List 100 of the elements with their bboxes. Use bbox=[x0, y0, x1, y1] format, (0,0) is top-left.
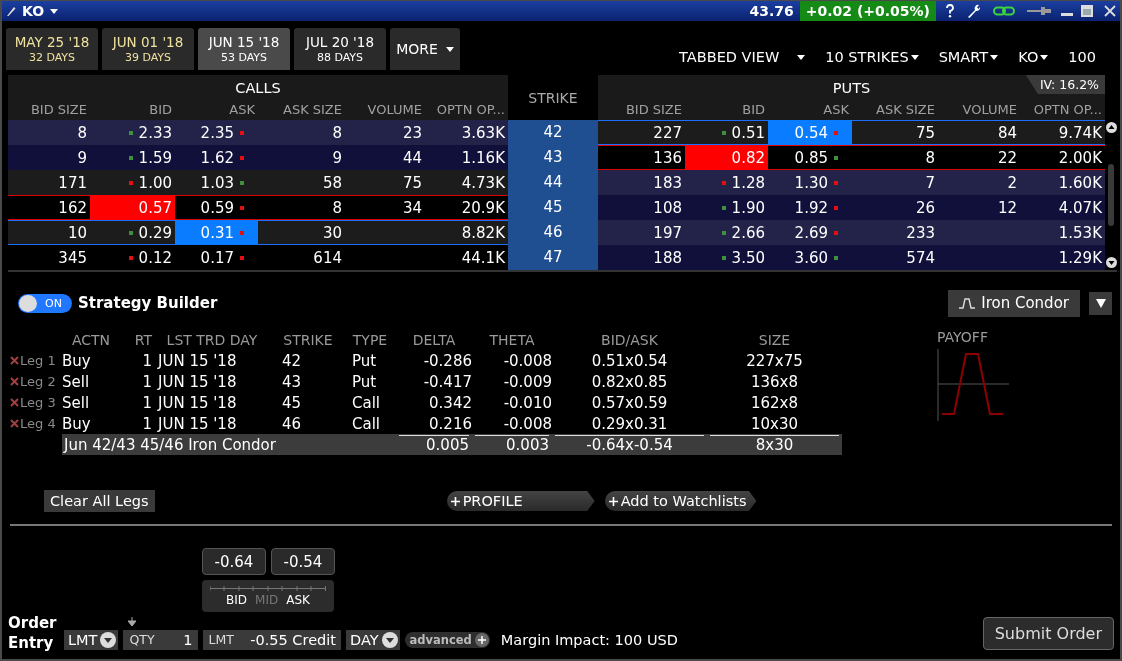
strike-cell: 46 bbox=[508, 220, 598, 245]
slider-label[interactable]: BID bbox=[226, 592, 248, 607]
quote-cell[interactable]: 0.51 bbox=[685, 120, 768, 145]
dropdown-button[interactable] bbox=[1089, 291, 1112, 315]
quote-value: 1.59 bbox=[138, 148, 172, 167]
time-in-force-dropdown[interactable]: DAY bbox=[345, 629, 400, 650]
close-icon[interactable] bbox=[1103, 4, 1117, 18]
help-icon[interactable] bbox=[945, 4, 955, 18]
column-header: STRIKE bbox=[528, 89, 578, 106]
price-chip[interactable]: -0.64 bbox=[202, 548, 266, 575]
advanced-button[interactable]: advanced bbox=[404, 631, 490, 648]
table-cell-text: 1 bbox=[141, 393, 152, 412]
table-cell-text: 0.57x0.59 bbox=[590, 393, 669, 412]
clear-legs-button[interactable]: Clear All Legs bbox=[44, 490, 155, 512]
slider-label[interactable]: ASK bbox=[286, 592, 310, 607]
quote-cell[interactable]: 0.29 bbox=[90, 220, 175, 245]
expiry-tab[interactable]: MAY 25 '18 32 DAYS bbox=[6, 28, 98, 70]
wrench-icon[interactable] bbox=[967, 4, 981, 18]
scrollbar[interactable] bbox=[1105, 120, 1117, 270]
plus-icon bbox=[450, 496, 460, 506]
quote-cell[interactable]: 2.33 bbox=[90, 120, 175, 145]
quote-cell[interactable]: 2.66 bbox=[685, 220, 768, 245]
remove-icon[interactable] bbox=[10, 377, 19, 386]
table-cell: 75 bbox=[402, 173, 422, 192]
expiry-tab[interactable]: JUN 15 '18 53 DAYS bbox=[198, 28, 290, 70]
quote-cell[interactable]: 0.85 bbox=[768, 145, 852, 170]
watchlist-button[interactable]: Add to Watchlists bbox=[604, 491, 757, 511]
view-dropdown[interactable]: TABBED VIEW bbox=[679, 49, 806, 65]
column-header: LST TRD DAY bbox=[165, 331, 259, 348]
quote-cell[interactable]: 3.60 bbox=[768, 245, 852, 270]
view-dropdown[interactable]: SMART bbox=[938, 49, 999, 65]
table-cell-text: Call bbox=[351, 393, 381, 412]
table-cell-text: 136x8 bbox=[749, 372, 800, 391]
quote-cell[interactable]: 0.82 bbox=[685, 145, 768, 170]
quote-value: 0.29 bbox=[138, 223, 172, 242]
quote-cell[interactable]: 2.69 bbox=[768, 220, 852, 245]
quote-cell[interactable]: 1.28 bbox=[685, 170, 768, 195]
quantity-field[interactable]: 1 bbox=[154, 629, 198, 650]
table-cell: 58 bbox=[322, 173, 342, 192]
order-type-dropdown[interactable]: LMT bbox=[64, 629, 119, 650]
pencil-icon[interactable] bbox=[6, 5, 16, 17]
quote-cell[interactable]: 1.92 bbox=[768, 195, 852, 220]
on-off-toggle[interactable]: ON bbox=[18, 293, 72, 313]
expiry-tab[interactable]: JUN 01 '18 39 DAYS bbox=[102, 28, 194, 70]
quote-cell[interactable]: 3.50 bbox=[685, 245, 768, 270]
column-header: SIZE bbox=[757, 331, 792, 348]
quote-cell[interactable]: 0.59 bbox=[175, 195, 258, 220]
quote-cell[interactable]: 1.90 bbox=[685, 195, 768, 220]
expiry-tab[interactable]: JUL 20 '18 88 DAYS bbox=[294, 28, 386, 70]
table-cell: 8.82K bbox=[461, 223, 505, 242]
scrollbar-thumb[interactable] bbox=[1108, 164, 1114, 226]
table-cell-text: -0.010 bbox=[502, 393, 552, 412]
quote-cell[interactable]: 0.54 bbox=[768, 120, 852, 145]
quote-cell[interactable]: 1.00 bbox=[90, 170, 175, 195]
section-title: PUTS bbox=[832, 79, 871, 98]
quote-cell[interactable]: 1.59 bbox=[90, 145, 175, 170]
section-title: Strategy Builder bbox=[78, 294, 218, 312]
leg-label: Leg 4 bbox=[20, 416, 56, 431]
caret-icon[interactable] bbox=[50, 8, 59, 14]
quote-value: 1.03 bbox=[200, 173, 234, 192]
quote-cell[interactable]: 0.12 bbox=[90, 245, 175, 270]
quote-cell[interactable]: 0.57 bbox=[90, 195, 175, 220]
scroll-down-icon[interactable] bbox=[1105, 257, 1117, 268]
remove-icon[interactable] bbox=[10, 356, 19, 365]
price-slider[interactable]: BID MID ASK bbox=[202, 580, 334, 612]
table-cell: 75 bbox=[915, 123, 935, 142]
caret-icon bbox=[445, 46, 454, 52]
table-cell-text: 0.29x0.31 bbox=[590, 414, 669, 433]
table-cell-text: 45 bbox=[281, 393, 303, 412]
remove-icon[interactable] bbox=[10, 398, 19, 407]
submit-order-button[interactable]: Submit Order bbox=[982, 617, 1114, 650]
quote-cell[interactable]: 2.35 bbox=[175, 120, 258, 145]
table-cell-text: 43 bbox=[281, 372, 303, 391]
profile-button[interactable]: PROFILE bbox=[446, 491, 595, 511]
quote-value: 0.57 bbox=[138, 198, 172, 217]
table-cell: 345 bbox=[58, 248, 87, 267]
quote-cell[interactable]: 1.03 bbox=[175, 170, 258, 195]
view-dropdown[interactable]: 10 STRIKES bbox=[825, 49, 919, 65]
quote-cell[interactable]: 0.31 bbox=[175, 220, 258, 245]
table-cell: 197 bbox=[653, 223, 682, 242]
column-header: ASK bbox=[228, 101, 256, 119]
strategy-dropdown[interactable]: Iron Condor bbox=[948, 289, 1080, 317]
pin-icon[interactable] bbox=[1027, 6, 1051, 16]
remove-icon[interactable] bbox=[10, 419, 19, 428]
column-header: ACTN bbox=[70, 331, 112, 348]
quote-cell[interactable]: 0.17 bbox=[175, 245, 258, 270]
table-cell: 2.00K bbox=[1058, 148, 1102, 167]
slider-scale-icon bbox=[210, 585, 326, 591]
symbol-label[interactable]: KO bbox=[22, 3, 45, 19]
table-cell: 84 bbox=[997, 123, 1017, 142]
caret-icon bbox=[910, 54, 919, 60]
quote-cell[interactable]: 1.62 bbox=[175, 145, 258, 170]
scroll-up-icon[interactable] bbox=[1105, 122, 1117, 133]
chain-link-icon[interactable] bbox=[993, 6, 1015, 16]
more-button[interactable]: MORE bbox=[390, 28, 460, 70]
limit-price-field[interactable]: -0.55 Credit bbox=[233, 629, 341, 650]
maximize-icon[interactable] bbox=[1080, 4, 1094, 18]
price-chip[interactable]: -0.54 bbox=[271, 548, 335, 575]
quote-cell[interactable]: 1.30 bbox=[768, 170, 852, 195]
view-dropdown[interactable]: KO bbox=[1018, 49, 1049, 65]
